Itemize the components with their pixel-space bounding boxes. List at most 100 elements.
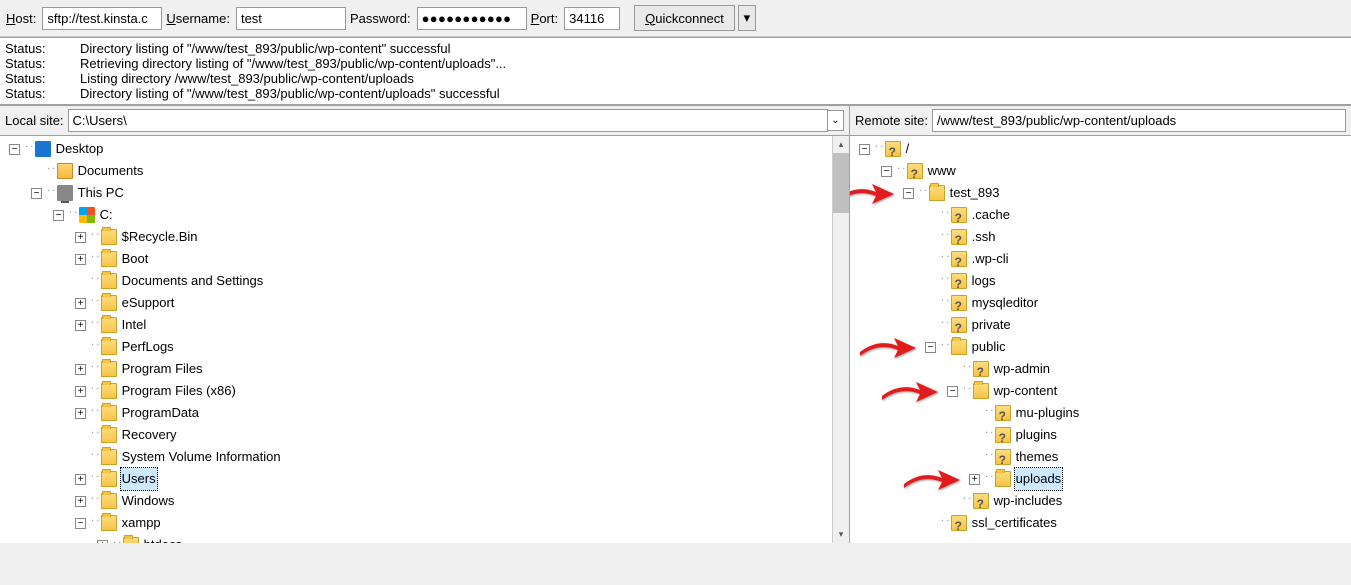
tree-row[interactable]: +·· Boot (5, 248, 832, 270)
tree-row[interactable]: ·· mu-plugins (855, 402, 1351, 424)
expand-icon[interactable]: + (75, 298, 86, 309)
tree-item-label[interactable]: System Volume Information (120, 446, 283, 468)
quickconnect-button[interactable]: Quickconnect (634, 5, 735, 31)
tree-row[interactable]: ·· logs (855, 270, 1351, 292)
tree-row[interactable]: −·· / (855, 138, 1351, 160)
tree-row[interactable]: ·· Documents (5, 160, 832, 182)
expand-icon[interactable]: + (97, 540, 108, 544)
tree-row[interactable]: −·· xampp (5, 512, 832, 534)
tree-row[interactable]: ·· .wp-cli (855, 248, 1351, 270)
tree-item-label[interactable]: C: (98, 204, 115, 226)
tree-row[interactable]: −·· C: (5, 204, 832, 226)
tree-item-label[interactable]: www (926, 160, 958, 182)
tree-row[interactable]: ·· PerfLogs (5, 336, 832, 358)
expand-icon[interactable]: + (75, 474, 86, 485)
tree-row[interactable]: ·· wp-includes (855, 490, 1351, 512)
expand-icon[interactable]: + (75, 386, 86, 397)
tree-item-label[interactable]: Recovery (120, 424, 179, 446)
collapse-icon[interactable]: − (925, 342, 936, 353)
tree-row[interactable]: −·· This PC (5, 182, 832, 204)
port-input[interactable] (564, 7, 620, 30)
tree-item-label[interactable]: / (904, 138, 912, 160)
tree-item-label[interactable]: .cache (970, 204, 1012, 226)
tree-row[interactable]: ·· themes (855, 446, 1351, 468)
tree-item-label[interactable]: $Recycle.Bin (120, 226, 200, 248)
tree-item-label[interactable]: Documents and Settings (120, 270, 266, 292)
tree-item-label[interactable]: wp-includes (992, 490, 1065, 512)
quickconnect-dropdown[interactable]: ▾ (738, 5, 756, 31)
collapse-icon[interactable]: − (947, 386, 958, 397)
tree-row[interactable]: +·· ProgramData (5, 402, 832, 424)
tree-item-label[interactable]: mysqleditor (970, 292, 1040, 314)
tree-item-label[interactable]: uploads (1014, 467, 1064, 491)
tree-row[interactable]: +·· eSupport (5, 292, 832, 314)
username-input[interactable] (236, 7, 346, 30)
tree-row[interactable]: ·· .cache (855, 204, 1351, 226)
expand-icon[interactable]: + (75, 232, 86, 243)
tree-row[interactable]: +·· Program Files (x86) (5, 380, 832, 402)
tree-row[interactable]: −·· www (855, 160, 1351, 182)
tree-row[interactable]: +·· Windows (5, 490, 832, 512)
tree-row[interactable]: ·· mysqleditor (855, 292, 1351, 314)
tree-item-label[interactable]: PerfLogs (120, 336, 176, 358)
tree-item-label[interactable]: .ssh (970, 226, 998, 248)
scrollbar[interactable]: ▴ ▾ (832, 136, 849, 543)
tree-row[interactable]: ·· private (855, 314, 1351, 336)
local-path-input[interactable] (68, 109, 828, 132)
tree-item-label[interactable]: Users (120, 467, 158, 491)
tree-row[interactable]: ·· ssl_certificates (855, 512, 1351, 534)
tree-item-label[interactable]: .wp-cli (970, 248, 1011, 270)
tree-item-label[interactable]: wp-admin (992, 358, 1052, 380)
tree-item-label[interactable]: logs (970, 270, 998, 292)
tree-row[interactable]: ·· Recovery (5, 424, 832, 446)
tree-item-label[interactable]: Desktop (54, 138, 106, 160)
tree-row[interactable]: −·· test_893 (855, 182, 1351, 204)
tree-item-label[interactable]: mu-plugins (1014, 402, 1082, 424)
tree-row[interactable]: −·· public (855, 336, 1351, 358)
tree-item-label[interactable]: ProgramData (120, 402, 201, 424)
tree-item-label[interactable]: Intel (120, 314, 149, 336)
scroll-down-icon[interactable]: ▾ (833, 526, 849, 543)
remote-tree[interactable]: −·· /−·· www−·· test_893·· .cache·· .ssh… (850, 136, 1351, 543)
expand-icon[interactable]: + (75, 254, 86, 265)
tree-row[interactable]: ·· Documents and Settings (5, 270, 832, 292)
tree-item-label[interactable]: Program Files (x86) (120, 380, 238, 402)
tree-item-label[interactable]: Program Files (120, 358, 205, 380)
password-input[interactable] (417, 7, 527, 30)
scroll-up-icon[interactable]: ▴ (833, 136, 849, 153)
tree-row[interactable]: +·· Program Files (5, 358, 832, 380)
scroll-thumb[interactable] (833, 153, 849, 213)
tree-item-label[interactable]: Windows (120, 490, 177, 512)
tree-item-label[interactable]: public (970, 336, 1008, 358)
tree-item-label[interactable]: This PC (76, 182, 126, 204)
collapse-icon[interactable]: − (9, 144, 20, 155)
tree-item-label[interactable]: test_893 (948, 182, 1002, 204)
expand-icon[interactable]: + (75, 364, 86, 375)
collapse-icon[interactable]: − (31, 188, 42, 199)
tree-item-label[interactable]: htdocs (142, 534, 184, 543)
tree-item-label[interactable]: wp-content (992, 380, 1060, 402)
tree-item-label[interactable]: ssl_certificates (970, 512, 1059, 534)
tree-row[interactable]: ·· plugins (855, 424, 1351, 446)
collapse-icon[interactable]: − (75, 518, 86, 529)
expand-icon[interactable]: + (75, 408, 86, 419)
tree-item-label[interactable]: Documents (76, 160, 146, 182)
tree-row[interactable]: +·· Intel (5, 314, 832, 336)
expand-icon[interactable]: + (969, 474, 980, 485)
expand-icon[interactable]: + (75, 320, 86, 331)
tree-row[interactable]: ·· wp-admin (855, 358, 1351, 380)
local-tree[interactable]: −·· Desktop·· Documents−·· This PC−·· C:… (0, 136, 832, 543)
host-input[interactable] (42, 7, 162, 30)
tree-row[interactable]: +·· htdocs (5, 534, 832, 543)
tree-item-label[interactable]: eSupport (120, 292, 177, 314)
expand-icon[interactable]: + (75, 496, 86, 507)
tree-row[interactable]: −·· Desktop (5, 138, 832, 160)
tree-row[interactable]: +·· $Recycle.Bin (5, 226, 832, 248)
tree-item-label[interactable]: xampp (120, 512, 163, 534)
collapse-icon[interactable]: − (881, 166, 892, 177)
tree-row[interactable]: +·· uploads (855, 468, 1351, 490)
tree-item-label[interactable]: Boot (120, 248, 151, 270)
remote-path-input[interactable] (932, 109, 1346, 132)
dropdown-icon[interactable]: ⌄ (828, 110, 844, 131)
tree-item-label[interactable]: private (970, 314, 1013, 336)
